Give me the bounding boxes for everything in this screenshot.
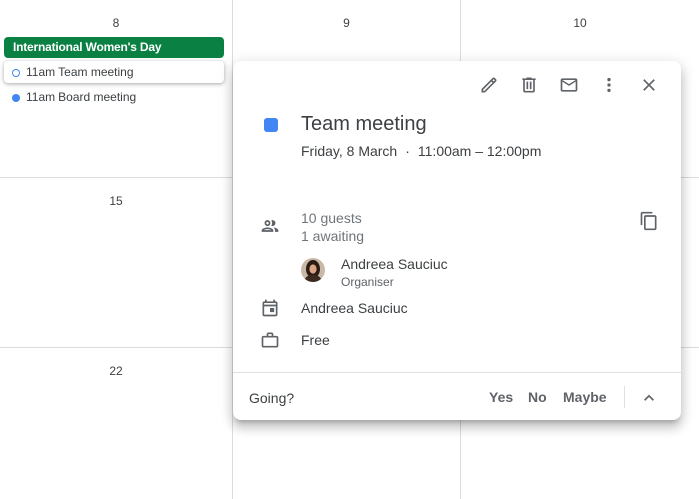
expand-rsvp-button[interactable] xyxy=(637,386,661,410)
rsvp-separator xyxy=(624,386,625,408)
date-number[interactable]: 9 xyxy=(233,16,460,30)
rsvp-no-button[interactable]: No xyxy=(528,389,547,405)
pencil-icon xyxy=(481,77,497,93)
briefcase-icon xyxy=(260,330,280,350)
calendar-icon xyxy=(260,298,280,318)
date-number[interactable]: 10 xyxy=(461,16,699,30)
footer-divider xyxy=(233,372,681,373)
organiser-avatar[interactable] xyxy=(301,258,325,282)
event-date: Friday, 8 March xyxy=(301,143,398,159)
date-number[interactable]: 15 xyxy=(0,194,232,208)
guests-icon xyxy=(260,216,280,236)
day-cell-22[interactable]: 22 xyxy=(0,348,233,499)
more-vert-icon xyxy=(607,77,611,93)
organiser-role: Organiser xyxy=(341,275,394,289)
event-color-dot xyxy=(12,93,20,102)
chevron-up-icon xyxy=(644,394,654,401)
delete-event-button[interactable] xyxy=(509,73,549,97)
event-international-womens-day[interactable]: International Women's Day xyxy=(4,37,224,58)
availability-status: Free xyxy=(301,332,330,348)
more-options-button[interactable] xyxy=(589,73,629,97)
organiser-name[interactable]: Andreea Sauciuc xyxy=(341,256,448,272)
mail-icon xyxy=(560,78,578,92)
event-team-meeting[interactable]: 11am Team meeting xyxy=(4,61,224,83)
guests-count[interactable]: 10 guests xyxy=(301,210,362,226)
calendar-owner: Andreea Sauciuc xyxy=(301,300,408,316)
event-title: Board meeting xyxy=(58,90,137,104)
event-time: 11am xyxy=(26,90,56,104)
event-time: 11am xyxy=(26,65,56,79)
rsvp-maybe-button[interactable]: Maybe xyxy=(563,389,607,405)
guests-awaiting: 1 awaiting xyxy=(301,228,365,244)
email-guests-button[interactable] xyxy=(549,73,589,97)
copy-guests-button[interactable] xyxy=(637,209,661,233)
popup-toolbar xyxy=(469,73,669,97)
rsvp-yes-button[interactable]: Yes xyxy=(489,389,513,405)
event-title: Team meeting xyxy=(58,65,134,79)
event-color-dot xyxy=(12,68,20,77)
rsvp-label: Going? xyxy=(249,390,295,406)
edit-event-button[interactable] xyxy=(469,73,509,97)
event-color-swatch xyxy=(264,118,278,132)
date-number[interactable]: 22 xyxy=(0,364,232,378)
trash-icon xyxy=(522,77,536,93)
date-number[interactable]: 8 xyxy=(0,16,232,30)
close-icon xyxy=(643,79,655,91)
close-popup-button[interactable] xyxy=(629,73,669,97)
event-datetime: Friday, 8 March · 11:00am – 12:00pm xyxy=(301,143,541,159)
event-details-popup: Team meeting Friday, 8 March · 11:00am – 1… xyxy=(233,61,681,420)
event-board-meeting[interactable]: 11am Board meeting xyxy=(4,86,172,108)
event-time-range: 11:00am – 12:00pm xyxy=(417,143,542,159)
datetime-separator: · xyxy=(405,143,410,159)
event-title-heading: Team meeting xyxy=(301,113,427,135)
day-cell-15[interactable]: 15 xyxy=(0,178,233,348)
copy-icon xyxy=(640,211,657,231)
